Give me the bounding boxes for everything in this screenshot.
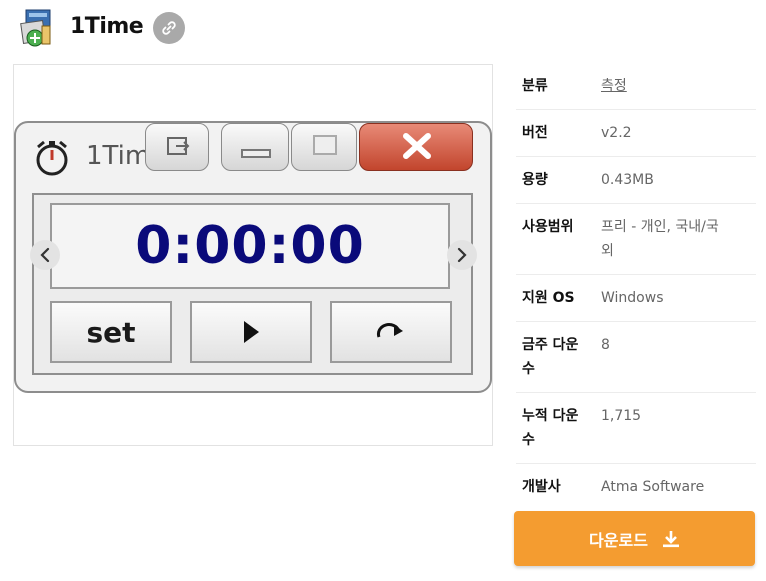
info-label: 사용범위 (522, 219, 574, 235)
info-row-developer: 개발사 Atma Software (516, 464, 756, 510)
app-window-preview: 1Time 0:00:00 set (14, 121, 492, 393)
timer-display: 0:00:00 (50, 203, 450, 289)
info-label: 금주 다운 (522, 337, 579, 353)
info-row-weekly-downloads: 금주 다운 수 8 (516, 322, 756, 393)
link-button[interactable] (153, 12, 185, 44)
category-link[interactable]: 측정 (601, 74, 627, 98)
set-button-preview: set (50, 301, 172, 363)
info-label: 버전 (522, 125, 548, 141)
info-label: 수 (522, 432, 535, 448)
info-value: 8 (601, 337, 610, 353)
info-row-version: 버전 v2.2 (516, 110, 756, 157)
info-value: Atma Software (601, 479, 705, 495)
play-icon (244, 321, 259, 343)
info-value: v2.2 (601, 125, 632, 141)
app-installer-icon (18, 8, 56, 48)
info-value: 0.43MB (601, 172, 654, 188)
info-row-total-downloads: 누적 다운 수 1,715 (516, 393, 756, 464)
app-title: 1Time (70, 14, 144, 39)
download-label: 다운로드 (589, 530, 648, 550)
timer-value: 0:00:00 (135, 216, 365, 276)
info-row-size: 용량 0.43MB (516, 157, 756, 204)
window-close-button (359, 123, 473, 171)
window-maximize-button (291, 123, 357, 171)
window-minimize-button (221, 123, 289, 171)
chevron-right-icon (457, 247, 467, 263)
link-icon (162, 21, 176, 35)
info-value: 프리 - 개인, 국내/국 (601, 219, 719, 235)
stopwatch-icon (36, 140, 68, 176)
prev-image-button[interactable] (30, 240, 60, 270)
info-value: Windows (601, 290, 664, 306)
info-row-os: 지원 OS Windows (516, 275, 756, 322)
next-image-button[interactable] (447, 240, 477, 270)
info-label: 수 (522, 361, 535, 377)
info-label: 분류 (522, 78, 548, 94)
play-button-preview (190, 301, 312, 363)
info-value: 외 (601, 243, 614, 259)
info-label: 누적 다운 (522, 408, 579, 424)
info-row-category: 분류 측정 (516, 64, 756, 110)
screenshot-viewer: 1Time 0:00:00 set (13, 64, 493, 446)
info-row-license: 사용범위 프리 - 개인, 국내/국 외 (516, 204, 756, 275)
info-label: 용량 (522, 172, 548, 188)
set-label: set (86, 315, 136, 349)
info-table: 분류 측정 버전 v2.2 용량 0.43MB 사용범위 프리 - 개인, 국내… (516, 64, 756, 510)
info-value: 1,715 (601, 408, 642, 424)
chevron-left-icon (40, 247, 50, 263)
window-dock-button (145, 123, 209, 171)
download-button[interactable]: 다운로드 (514, 511, 755, 566)
info-label: 지원 OS (522, 290, 575, 306)
info-label: 개발사 (522, 479, 561, 495)
reset-button-preview (330, 301, 452, 363)
download-icon (662, 530, 679, 547)
redo-icon (376, 323, 403, 338)
